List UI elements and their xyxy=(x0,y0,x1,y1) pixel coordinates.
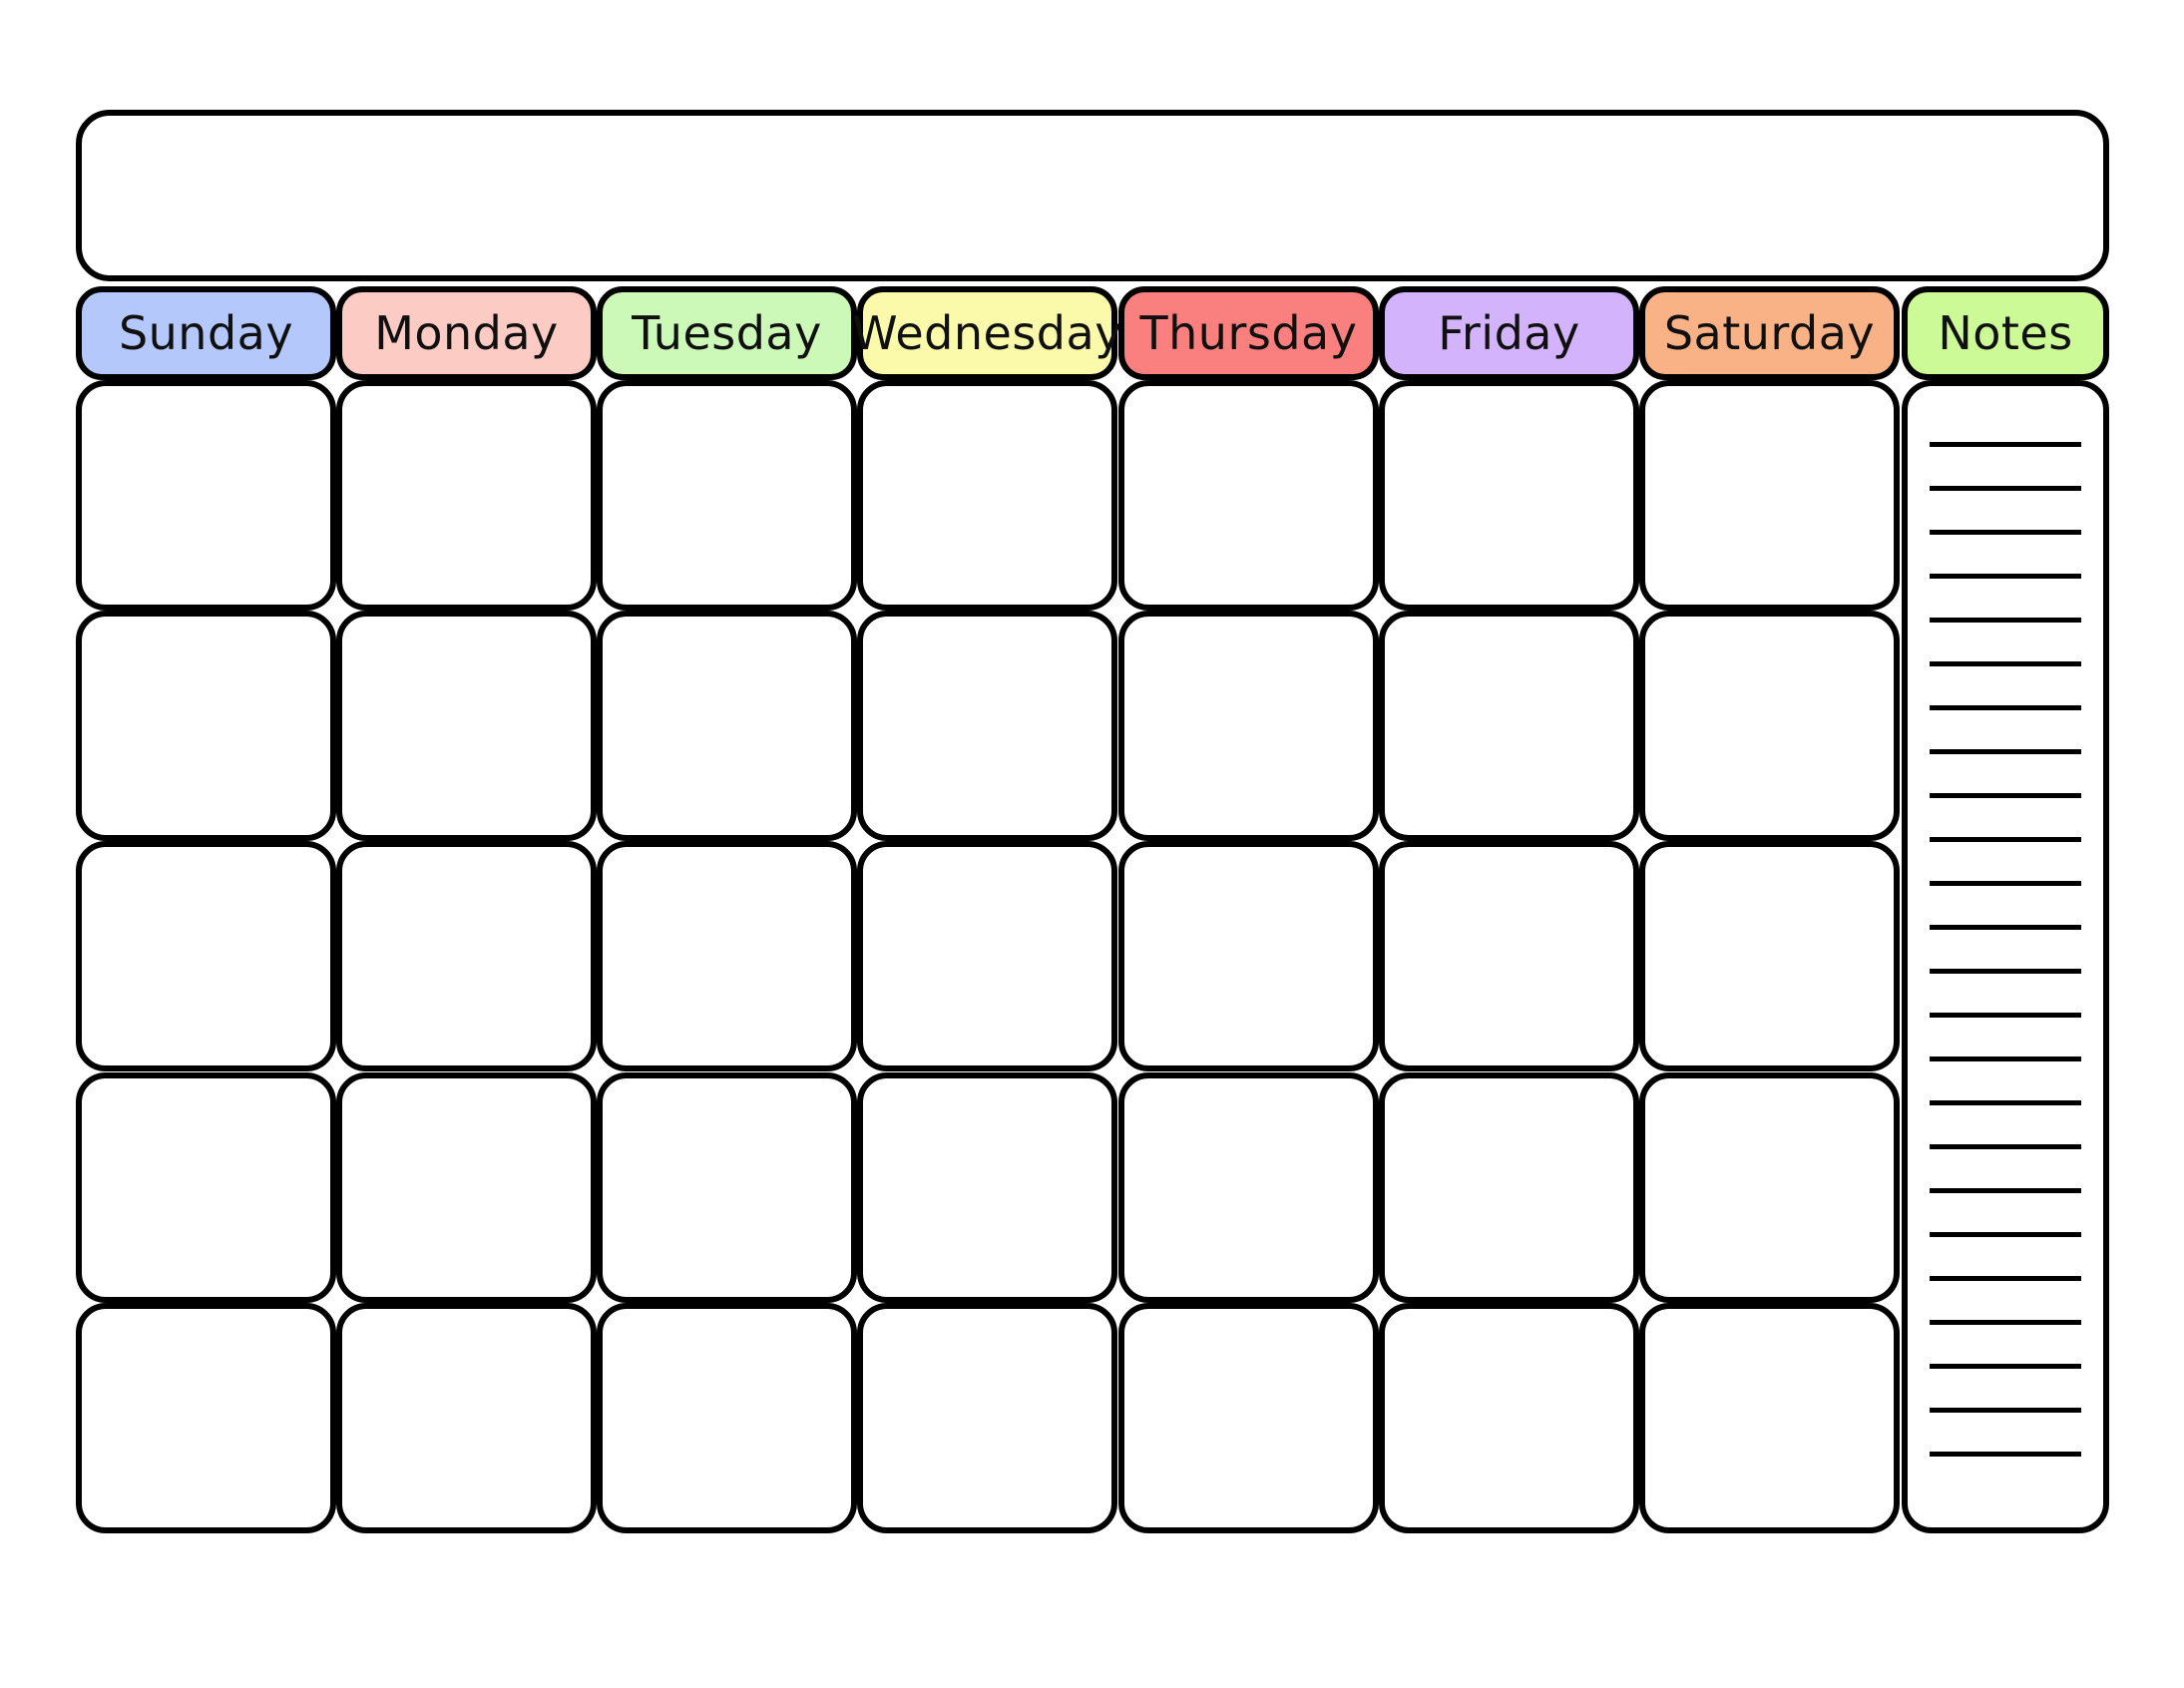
calendar-page: Sunday Monday Tuesday Wednesday Thursday Frid… xyxy=(0,0,2184,1688)
day-cell[interactable] xyxy=(1639,380,1900,611)
notes-ruled-line[interactable] xyxy=(1930,1452,2081,1457)
notes-ruled-line[interactable] xyxy=(1930,705,2081,710)
day-cell[interactable] xyxy=(76,611,336,841)
day-cell[interactable] xyxy=(857,841,1117,1071)
notes-ruled-line[interactable] xyxy=(1930,574,2081,579)
column-header-label: Saturday xyxy=(1663,306,1876,360)
notes-ruled-line[interactable] xyxy=(1930,925,2081,930)
notes-ruled-line[interactable] xyxy=(1930,881,2081,886)
column-header-label: Thursday xyxy=(1139,306,1358,360)
notes-ruled-line[interactable] xyxy=(1930,1188,2081,1193)
day-cell[interactable] xyxy=(857,380,1117,611)
notes-ruled-line[interactable] xyxy=(1930,442,2081,447)
notes-ruled-line[interactable] xyxy=(1930,749,2081,754)
notes-ruled-line[interactable] xyxy=(1930,618,2081,623)
notes-ruled-line[interactable] xyxy=(1930,1320,2081,1325)
day-cell[interactable] xyxy=(336,380,597,611)
notes-ruled-line[interactable] xyxy=(1930,793,2081,798)
day-cell[interactable] xyxy=(76,1303,336,1533)
notes-ruled-line[interactable] xyxy=(1930,1408,2081,1413)
day-cell[interactable] xyxy=(857,1303,1117,1533)
day-cell[interactable] xyxy=(336,611,597,841)
column-header-label: Wednesday xyxy=(852,306,1122,360)
day-cell[interactable] xyxy=(597,1072,857,1303)
day-cell[interactable] xyxy=(76,380,336,611)
day-cell[interactable] xyxy=(1379,841,1639,1071)
day-cell[interactable] xyxy=(1639,841,1900,1071)
day-cell[interactable] xyxy=(76,841,336,1071)
calendar-grid xyxy=(76,380,1900,1533)
notes-panel[interactable] xyxy=(1902,380,2109,1533)
notes-ruled-line[interactable] xyxy=(1930,486,2081,491)
day-cell[interactable] xyxy=(1379,1072,1639,1303)
day-cell[interactable] xyxy=(1639,611,1900,841)
day-cell[interactable] xyxy=(1379,380,1639,611)
column-header-label: Monday xyxy=(374,306,559,360)
day-cell[interactable] xyxy=(336,1303,597,1533)
day-cell[interactable] xyxy=(597,841,857,1071)
notes-ruled-line[interactable] xyxy=(1930,1013,2081,1018)
day-cell[interactable] xyxy=(1639,1072,1900,1303)
column-header-label: Friday xyxy=(1438,306,1580,360)
day-cell[interactable] xyxy=(336,841,597,1071)
column-header-notes[interactable]: Notes xyxy=(1902,286,2109,380)
notes-ruled-line[interactable] xyxy=(1930,1100,2081,1105)
day-cell[interactable] xyxy=(857,1072,1117,1303)
day-cell[interactable] xyxy=(1118,841,1379,1071)
column-header-saturday[interactable]: Saturday xyxy=(1639,286,1900,380)
weekday-header-row: Sunday Monday Tuesday Wednesday Thursday Frid… xyxy=(76,286,2109,380)
month-title-box[interactable] xyxy=(76,110,2109,281)
day-cell[interactable] xyxy=(597,380,857,611)
column-header-label: Tuesday xyxy=(632,306,822,360)
notes-ruled-line[interactable] xyxy=(1930,661,2081,666)
day-cell[interactable] xyxy=(1379,1303,1639,1533)
notes-ruled-line[interactable] xyxy=(1930,1056,2081,1061)
notes-ruled-line[interactable] xyxy=(1930,837,2081,842)
column-header-tuesday[interactable]: Tuesday xyxy=(597,286,857,380)
column-header-monday[interactable]: Monday xyxy=(336,286,597,380)
column-header-label: Notes xyxy=(1938,306,2073,360)
notes-ruled-line[interactable] xyxy=(1930,969,2081,974)
notes-ruled-line[interactable] xyxy=(1930,1232,2081,1237)
day-cell[interactable] xyxy=(597,611,857,841)
day-cell[interactable] xyxy=(1118,1072,1379,1303)
column-header-wednesday[interactable]: Wednesday xyxy=(852,286,1121,380)
column-header-friday[interactable]: Friday xyxy=(1379,286,1639,380)
day-cell[interactable] xyxy=(1639,1303,1900,1533)
day-cell[interactable] xyxy=(857,611,1117,841)
day-cell[interactable] xyxy=(1118,1303,1379,1533)
column-header-thursday[interactable]: Thursday xyxy=(1118,286,1379,380)
notes-ruled-line[interactable] xyxy=(1930,1276,2081,1281)
day-cell[interactable] xyxy=(76,1072,336,1303)
day-cell[interactable] xyxy=(1118,611,1379,841)
day-cell[interactable] xyxy=(1118,380,1379,611)
day-cell[interactable] xyxy=(1379,611,1639,841)
column-header-label: Sunday xyxy=(118,306,294,360)
notes-ruled-line[interactable] xyxy=(1930,1144,2081,1149)
day-cell[interactable] xyxy=(597,1303,857,1533)
column-header-sunday[interactable]: Sunday xyxy=(76,286,336,380)
notes-ruled-line[interactable] xyxy=(1930,1364,2081,1369)
day-cell[interactable] xyxy=(336,1072,597,1303)
notes-ruled-line[interactable] xyxy=(1930,530,2081,535)
